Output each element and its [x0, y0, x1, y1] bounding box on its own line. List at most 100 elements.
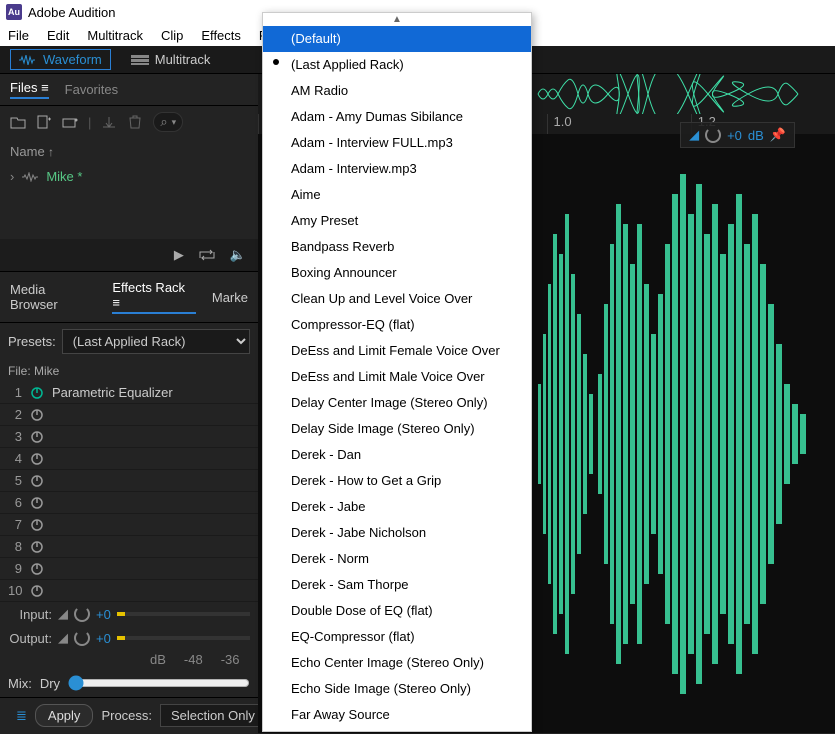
- input-row: Input: ◢ +0: [0, 602, 258, 626]
- tab-markers[interactable]: Marke: [212, 290, 248, 305]
- preset-option[interactable]: Adam - Amy Dumas Sibilance: [263, 104, 531, 130]
- fx-slot-10[interactable]: 10: [0, 580, 258, 602]
- list-icon[interactable]: ≣: [16, 708, 27, 724]
- power-icon[interactable]: [30, 386, 44, 400]
- apply-button[interactable]: Apply: [35, 704, 94, 727]
- output-gain-icon[interactable]: ◢: [58, 630, 68, 646]
- delete-icon[interactable]: [127, 115, 143, 129]
- level-indicator[interactable]: ◢ +0 dB 📌: [680, 122, 795, 148]
- mode-waveform[interactable]: Waveform: [10, 49, 111, 70]
- input-label: Input:: [8, 607, 52, 622]
- power-icon[interactable]: [30, 496, 44, 510]
- search-input[interactable]: ⌕ ▾: [153, 112, 183, 132]
- tab-effects-rack[interactable]: Effects Rack ≡: [112, 280, 196, 314]
- preset-option[interactable]: EQ-Compressor (flat): [263, 624, 531, 650]
- tab-media-browser[interactable]: Media Browser: [10, 282, 96, 312]
- presets-menu[interactable]: ▲ (Default)(Last Applied Rack)AM RadioAd…: [262, 12, 532, 732]
- tab-files[interactable]: Files ≡: [10, 80, 49, 99]
- presets-row: Presets: (Last Applied Rack): [0, 323, 258, 360]
- input-value[interactable]: +0: [96, 607, 111, 622]
- input-gain-icon[interactable]: ◢: [58, 606, 68, 622]
- col-name[interactable]: Name: [10, 144, 45, 159]
- preset-option[interactable]: (Last Applied Rack): [263, 52, 531, 78]
- preset-option[interactable]: Bandpass Reverb: [263, 234, 531, 260]
- fx-slot-3[interactable]: 3: [0, 426, 258, 448]
- fx-slot-number: 1: [8, 385, 22, 400]
- preset-option[interactable]: Echo Side Image (Stereo Only): [263, 676, 531, 702]
- play-icon[interactable]: ▶: [174, 247, 184, 263]
- insert-icon[interactable]: [101, 115, 117, 129]
- expand-icon[interactable]: ›: [10, 169, 14, 184]
- preset-option[interactable]: Compressor-EQ (flat): [263, 312, 531, 338]
- db-scale: dB -48 -36 -24: [0, 650, 258, 669]
- output-knob[interactable]: [74, 630, 90, 646]
- preset-option[interactable]: Boxing Announcer: [263, 260, 531, 286]
- file-row[interactable]: › Mike *: [0, 165, 258, 188]
- preset-option[interactable]: Aime: [263, 182, 531, 208]
- fx-slot-6[interactable]: 6: [0, 492, 258, 514]
- fx-slot-number: 5: [8, 473, 22, 488]
- menu-file[interactable]: File: [8, 28, 29, 43]
- scroll-up-icon[interactable]: ▲: [263, 13, 531, 26]
- files-tabs: Files ≡ Favorites: [0, 74, 258, 106]
- presets-dropdown[interactable]: (Last Applied Rack): [62, 329, 250, 354]
- preset-option[interactable]: Echo Center Image (Stereo Only): [263, 650, 531, 676]
- fx-slot-number: 10: [8, 583, 22, 598]
- preset-option[interactable]: AM Radio: [263, 78, 531, 104]
- preset-option[interactable]: Derek - Jabe Nicholson: [263, 520, 531, 546]
- preset-option[interactable]: Derek - How to Get a Grip: [263, 468, 531, 494]
- power-icon[interactable]: [30, 430, 44, 444]
- power-icon[interactable]: [30, 408, 44, 422]
- files-header: Name ↑: [0, 138, 258, 165]
- menu-effects[interactable]: Effects: [201, 28, 241, 43]
- preset-option[interactable]: Adam - Interview.mp3: [263, 156, 531, 182]
- preset-option[interactable]: Amy Preset: [263, 208, 531, 234]
- power-icon[interactable]: [30, 584, 44, 598]
- record-icon[interactable]: [62, 115, 78, 129]
- power-icon[interactable]: [30, 562, 44, 576]
- fx-slot-8[interactable]: 8: [0, 536, 258, 558]
- preset-option[interactable]: Far Away Source: [263, 702, 531, 728]
- preset-option[interactable]: Delay Center Image (Stereo Only): [263, 390, 531, 416]
- loop-icon[interactable]: [198, 248, 216, 262]
- open-file-icon[interactable]: [10, 115, 26, 129]
- output-value[interactable]: +0: [96, 631, 111, 646]
- level-unit: dB: [748, 128, 764, 143]
- mix-row: Mix: Dry: [0, 669, 258, 697]
- preset-option[interactable]: Clean Up and Level Voice Over: [263, 286, 531, 312]
- menu-multitrack[interactable]: Multitrack: [87, 28, 143, 43]
- volume-icon[interactable]: 🔈: [230, 247, 246, 263]
- input-knob[interactable]: [74, 606, 90, 622]
- tab-favorites[interactable]: Favorites: [65, 82, 118, 97]
- preset-option[interactable]: Double Dose of EQ (flat): [263, 598, 531, 624]
- new-file-icon[interactable]: [36, 115, 52, 129]
- preset-option[interactable]: Derek - Jabe: [263, 494, 531, 520]
- preset-option[interactable]: Derek - Norm: [263, 546, 531, 572]
- preset-option[interactable]: (Default): [263, 26, 531, 52]
- fx-slot-5[interactable]: 5: [0, 470, 258, 492]
- fx-slot-1[interactable]: 1Parametric Equalizer: [0, 382, 258, 404]
- fx-slot-7[interactable]: 7: [0, 514, 258, 536]
- mode-multitrack[interactable]: Multitrack: [123, 50, 219, 69]
- preset-option[interactable]: Adam - Interview FULL.mp3: [263, 130, 531, 156]
- preset-option[interactable]: Guitar Delay: [263, 728, 531, 732]
- menu-clip[interactable]: Clip: [161, 28, 183, 43]
- preset-option[interactable]: Delay Side Image (Stereo Only): [263, 416, 531, 442]
- preset-option[interactable]: DeEss and Limit Female Voice Over: [263, 338, 531, 364]
- fx-slot-4[interactable]: 4: [0, 448, 258, 470]
- preset-option[interactable]: DeEss and Limit Male Voice Over: [263, 364, 531, 390]
- gain-icon: ◢: [689, 127, 699, 143]
- mode-multitrack-label: Multitrack: [155, 52, 211, 67]
- mix-slider[interactable]: [68, 675, 250, 691]
- power-icon[interactable]: [30, 540, 44, 554]
- power-icon[interactable]: [30, 474, 44, 488]
- power-icon[interactable]: [30, 518, 44, 532]
- preset-option[interactable]: Derek - Dan: [263, 442, 531, 468]
- menu-edit[interactable]: Edit: [47, 28, 69, 43]
- pin-icon[interactable]: 📌: [770, 127, 786, 143]
- level-knob[interactable]: [705, 127, 721, 143]
- preset-option[interactable]: Derek - Sam Thorpe: [263, 572, 531, 598]
- fx-slot-9[interactable]: 9: [0, 558, 258, 580]
- power-icon[interactable]: [30, 452, 44, 466]
- fx-slot-2[interactable]: 2: [0, 404, 258, 426]
